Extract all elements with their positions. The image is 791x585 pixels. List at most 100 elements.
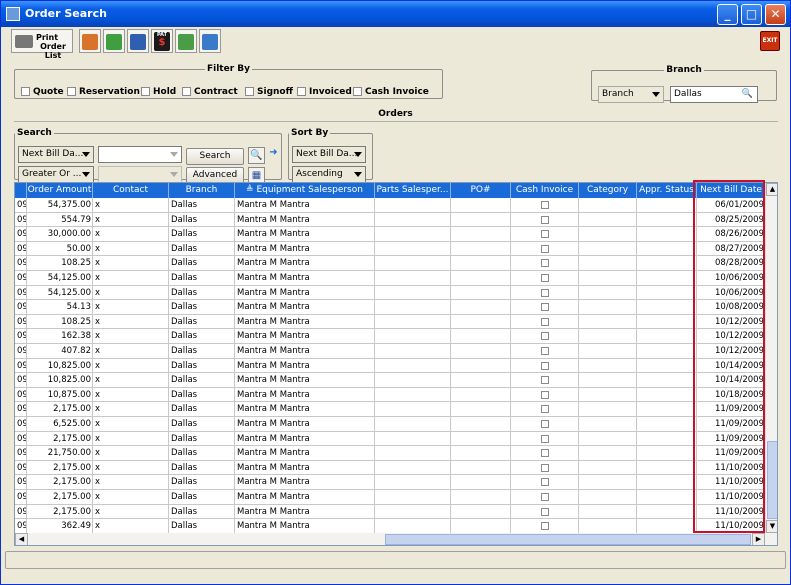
table-row[interactable]: 09 407.82 x Dallas Mantra M Mantra 10/12/2009 bbox=[15, 344, 765, 359]
refresh-button[interactable] bbox=[199, 29, 221, 53]
table-row[interactable]: 09 54.13 x Dallas Mantra M Mantra 10/08/2009 bbox=[15, 300, 765, 315]
parts-button[interactable] bbox=[127, 29, 149, 53]
search-value-input[interactable] bbox=[98, 146, 182, 163]
pay-button[interactable]: PAT $ bbox=[151, 29, 173, 53]
cash-invoice-checkbox[interactable] bbox=[540, 449, 549, 458]
invoiced-checkbox[interactable] bbox=[297, 87, 306, 96]
col-header-contact[interactable]: Contact bbox=[93, 183, 169, 198]
hold-checkbox[interactable] bbox=[141, 87, 150, 96]
table-row[interactable]: 09 554.79 x Dallas Mantra M Mantra 08/25/2009 bbox=[15, 212, 765, 228]
quote-checkbox[interactable] bbox=[21, 87, 30, 96]
table-row[interactable]: 09 2,175.00 x Dallas Mantra M Mantra 11/09/20… bbox=[15, 431, 765, 447]
filter-invoiced[interactable]: Invoiced bbox=[297, 87, 352, 97]
filter-hold[interactable]: Hold bbox=[141, 87, 176, 97]
col-header-cash-invoice[interactable]: Cash Invoice bbox=[511, 183, 579, 198]
vertical-scrollbar[interactable]: ▲ ▼ bbox=[765, 183, 777, 533]
filter-contract[interactable]: Contract bbox=[182, 87, 238, 97]
filter-signoff[interactable]: Signoff bbox=[245, 87, 293, 97]
cash-invoice-checkbox[interactable] bbox=[540, 434, 549, 443]
cash-invoice-checkbox[interactable] bbox=[540, 507, 549, 516]
table-row[interactable]: 09 162.38 x Dallas Mantra M Mantra 10/12/2009 bbox=[15, 329, 765, 344]
contract-checkbox[interactable] bbox=[182, 87, 191, 96]
scroll-left-button[interactable]: ◀ bbox=[15, 533, 28, 545]
cash-invoice-checkbox[interactable] bbox=[540, 274, 549, 282]
table-row[interactable]: 09 50.00 x Dallas Mantra M Mantra 08/27/2009 bbox=[15, 241, 765, 257]
col-header-po[interactable]: PO# bbox=[451, 183, 511, 198]
filter-quote[interactable]: Quote bbox=[21, 87, 64, 97]
vertical-scroll-thumb[interactable] bbox=[767, 441, 777, 519]
col-header-order-amount[interactable]: Order Amount bbox=[27, 183, 93, 198]
cash-invoice-checkbox[interactable] bbox=[540, 390, 549, 399]
branch-input[interactable]: Dallas 🔍 bbox=[670, 86, 758, 103]
cash-invoice-checkbox[interactable] bbox=[540, 376, 549, 385]
table-row[interactable]: 09 21,750.00 x Dallas Mantra M Mantra 11/09/2… bbox=[15, 446, 765, 461]
print-order-list-button[interactable]: Print Order List bbox=[11, 29, 73, 60]
minimize-button[interactable]: _ bbox=[717, 4, 738, 25]
cash-invoice-checkbox[interactable] bbox=[540, 493, 549, 501]
search-operator-select[interactable]: Greater Or ... bbox=[18, 166, 94, 183]
table-row[interactable]: 09 10,875.00 x Dallas Mantra M Mantra 10/18/2… bbox=[15, 387, 765, 403]
cash-invoice-checkbox[interactable] bbox=[540, 463, 549, 472]
col-header-appr-status[interactable]: Appr. Status bbox=[637, 183, 697, 198]
cash-invoice-checkbox[interactable] bbox=[540, 332, 549, 341]
col-header-parts-salesperson[interactable]: Parts Salesper... bbox=[375, 183, 451, 198]
cash-invoice-checkbox[interactable] bbox=[540, 405, 549, 414]
filter-reservation[interactable]: Reservation bbox=[67, 87, 140, 97]
col-header-order[interactable] bbox=[15, 183, 27, 198]
table-row[interactable]: 09 54,125.00 x Dallas Mantra M Mantra 10/06/2… bbox=[15, 285, 765, 301]
find-icon[interactable]: 🔍 bbox=[248, 147, 265, 164]
table-row[interactable]: 09 2,175.00 x Dallas Mantra M Mantra 11/09/20… bbox=[15, 402, 765, 417]
cash-invoice-checkbox[interactable] bbox=[540, 230, 549, 239]
signoff-checkbox[interactable] bbox=[245, 87, 254, 96]
table-row[interactable]: 09 2,175.00 x Dallas Mantra M Mantra 11/10/20… bbox=[15, 460, 765, 476]
sort-field-select[interactable]: Next Bill Da... bbox=[292, 146, 366, 163]
scroll-down-button[interactable]: ▼ bbox=[766, 520, 777, 533]
table-row[interactable]: 09 30,000.00 x Dallas Mantra M Mantra 08/26/2… bbox=[15, 227, 765, 242]
title-bar[interactable]: Order Search _ □ ✕ bbox=[1, 1, 790, 27]
next-arrow-icon[interactable]: ➜ bbox=[265, 145, 282, 162]
table-row[interactable]: 09 2,175.00 x Dallas Mantra M Mantra 11/10/20… bbox=[15, 475, 765, 490]
cash-invoice-checkbox[interactable] bbox=[540, 361, 549, 370]
cash-invoice-checkbox[interactable] bbox=[540, 288, 549, 297]
branch-type-select[interactable]: Branch bbox=[598, 86, 664, 103]
search-button[interactable]: Search bbox=[186, 148, 244, 165]
col-header-next-bill-date[interactable]: Next Bill Date bbox=[697, 183, 765, 198]
table-row[interactable]: 09 54,375.00 x Dallas Mantra M Mantra 06/01/2… bbox=[15, 198, 765, 213]
close-button[interactable]: ✕ bbox=[765, 4, 786, 25]
cash-invoice-checkbox[interactable] bbox=[540, 420, 549, 428]
truck-button[interactable] bbox=[79, 29, 101, 53]
table-row[interactable]: 09 2,175.00 x Dallas Mantra M Mantra 11/10/20… bbox=[15, 504, 765, 520]
exit-button[interactable]: EXIT bbox=[760, 31, 780, 51]
sort-direction-select[interactable]: Ascending bbox=[292, 166, 366, 183]
scroll-up-button[interactable]: ▲ bbox=[766, 183, 777, 196]
horizontal-scrollbar[interactable]: ◀ ▶ bbox=[15, 533, 777, 545]
cash-invoice-checkbox[interactable] bbox=[540, 347, 549, 355]
maximize-button[interactable]: □ bbox=[741, 4, 762, 25]
filter-cash-invoice[interactable]: Cash Invoice bbox=[353, 87, 429, 97]
reservation-checkbox[interactable] bbox=[67, 87, 76, 96]
table-row[interactable]: 09 10,825.00 x Dallas Mantra M Mantra 10/14/2… bbox=[15, 373, 765, 388]
col-header-branch[interactable]: Branch bbox=[169, 183, 235, 198]
table-row[interactable]: 09 54,125.00 x Dallas Mantra M Mantra 10/06/2… bbox=[15, 271, 765, 286]
col-header-category[interactable]: Category bbox=[579, 183, 637, 198]
cash-invoice-checkbox[interactable] bbox=[540, 522, 549, 531]
cash-invoice-checkbox[interactable] bbox=[540, 317, 549, 326]
export-button[interactable] bbox=[175, 29, 197, 53]
table-row[interactable]: 09 108.25 x Dallas Mantra M Mantra 08/28/2009 bbox=[15, 256, 765, 271]
cash-invoice-checkbox[interactable] bbox=[540, 478, 549, 487]
table-row[interactable]: 09 6,525.00 x Dallas Mantra M Mantra 11/09/20… bbox=[15, 417, 765, 432]
cash-invoice-checkbox[interactable] bbox=[540, 201, 549, 209]
table-row[interactable]: 09 108.25 x Dallas Mantra M Mantra 10/12/2009 bbox=[15, 314, 765, 330]
cash-invoice-checkbox[interactable] bbox=[540, 215, 549, 224]
table-row[interactable]: 09 2,175.00 x Dallas Mantra M Mantra 11/10/20… bbox=[15, 490, 765, 505]
cash-invoice-checkbox[interactable] bbox=[353, 87, 362, 96]
scroll-right-button[interactable]: ▶ bbox=[752, 533, 765, 545]
search-field-select[interactable]: Next Bill Da... bbox=[18, 146, 94, 163]
cash-invoice-checkbox[interactable] bbox=[540, 303, 549, 312]
cash-invoice-checkbox[interactable] bbox=[540, 244, 549, 253]
col-header-equipment-salesperson[interactable]: ≜ Equipment Salesperson bbox=[235, 183, 375, 198]
calculator-button[interactable] bbox=[103, 29, 125, 53]
branch-search-icon[interactable]: 🔍 bbox=[742, 87, 753, 102]
table-row[interactable]: 09 362.49 x Dallas Mantra M Mantra 11/10/2009 bbox=[15, 519, 765, 534]
horizontal-scroll-thumb[interactable] bbox=[385, 534, 751, 545]
